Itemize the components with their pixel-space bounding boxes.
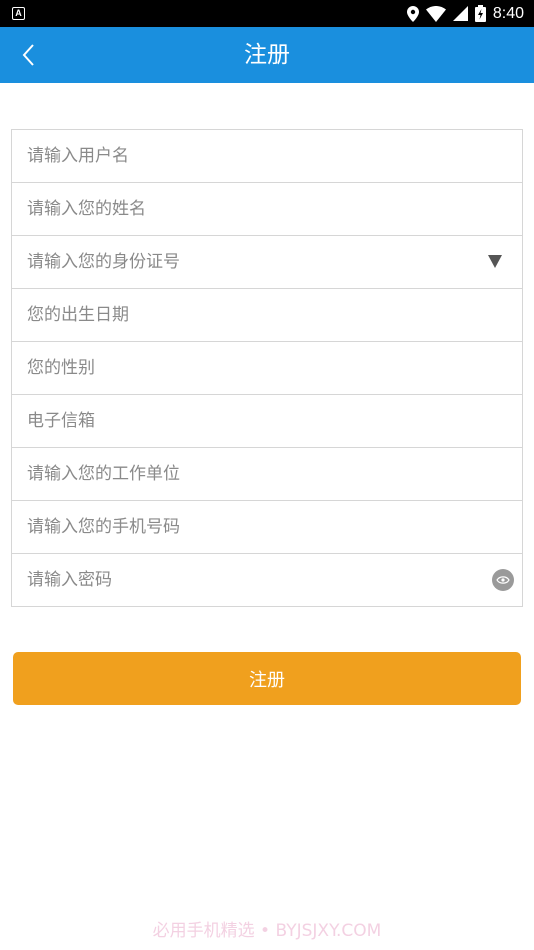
password-input[interactable] [12,554,522,606]
dropdown-arrow-icon[interactable] [488,255,502,268]
name-input[interactable] [12,183,522,235]
register-button[interactable]: 注册 [13,652,521,705]
gender-row [11,341,523,395]
birthdate-row [11,288,523,342]
phone-input[interactable] [12,501,522,553]
company-row [11,447,523,501]
register-screen: A 8:40 注册 请输入用户名 请输入您的姓名 请输入您的身份证号 您的出生日… [0,0,534,950]
eye-icon [496,576,510,584]
register-form [11,129,523,607]
phone-row [11,500,523,554]
wifi-icon [425,5,446,22]
username-row [11,129,523,183]
status-icons: 8:40 [406,4,524,23]
battery-icon [474,5,486,22]
page-title: 注册 [244,42,290,68]
id-card-input[interactable] [12,236,522,288]
app-notification-icon: A [12,7,25,20]
title-bar: 注册 [0,27,534,83]
password-row [11,553,523,607]
name-row [11,182,523,236]
status-bar: A 8:40 [0,0,534,27]
gender-input[interactable] [12,342,522,394]
id-card-row [11,235,523,289]
company-input[interactable] [12,448,522,500]
email-input[interactable] [12,395,522,447]
clock: 8:40 [492,4,524,22]
watermark: 必用手机精选 • BYJSJXY.COM [152,921,382,941]
location-icon [406,5,419,22]
back-button[interactable] [8,35,48,75]
email-row [11,394,523,448]
chevron-left-icon [22,44,34,66]
birthdate-input[interactable] [12,289,522,341]
show-password-icon[interactable] [492,569,514,591]
signal-icon [452,6,468,21]
username-input[interactable] [12,130,522,182]
